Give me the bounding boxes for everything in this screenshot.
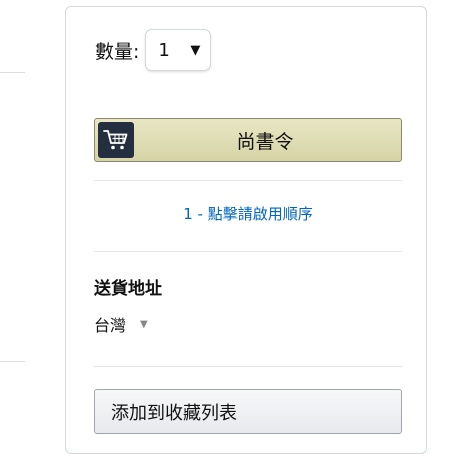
left-column-divider — [0, 72, 25, 73]
add-to-wishlist-label: 添加到收藏列表 — [111, 402, 237, 424]
quantity-row: 數量: 1 ▼ — [95, 29, 212, 71]
divider — [94, 366, 402, 367]
quantity-value: 1 — [158, 39, 170, 61]
order-button[interactable]: 尚書令 — [94, 118, 402, 162]
caret-down-icon: ▼ — [190, 42, 201, 58]
add-to-wishlist-button[interactable]: 添加到收藏列表 — [94, 389, 402, 434]
one-click-enable-link[interactable]: 1 - 點擊請啟用順序 — [94, 203, 402, 224]
left-column-divider — [0, 361, 25, 362]
shipping-address-heading: 送貨地址 — [94, 279, 162, 299]
caret-down-icon: ▼ — [140, 318, 148, 330]
order-button-label: 尚書令 — [236, 130, 294, 153]
quantity-label: 數量: — [95, 40, 140, 63]
buy-box: 數量: 1 ▼ 尚書令 1 - 點擊請啟用順序 送貨地址 台灣 ▼ 添加到收藏列… — [65, 6, 427, 454]
shopping-cart-icon — [98, 122, 134, 158]
divider — [94, 251, 402, 252]
shipping-country-value: 台灣 — [94, 316, 127, 335]
quantity-dropdown[interactable]: 1 ▼ — [145, 29, 212, 71]
shipping-country-dropdown[interactable]: 台灣 ▼ — [94, 312, 148, 336]
divider — [94, 180, 402, 181]
